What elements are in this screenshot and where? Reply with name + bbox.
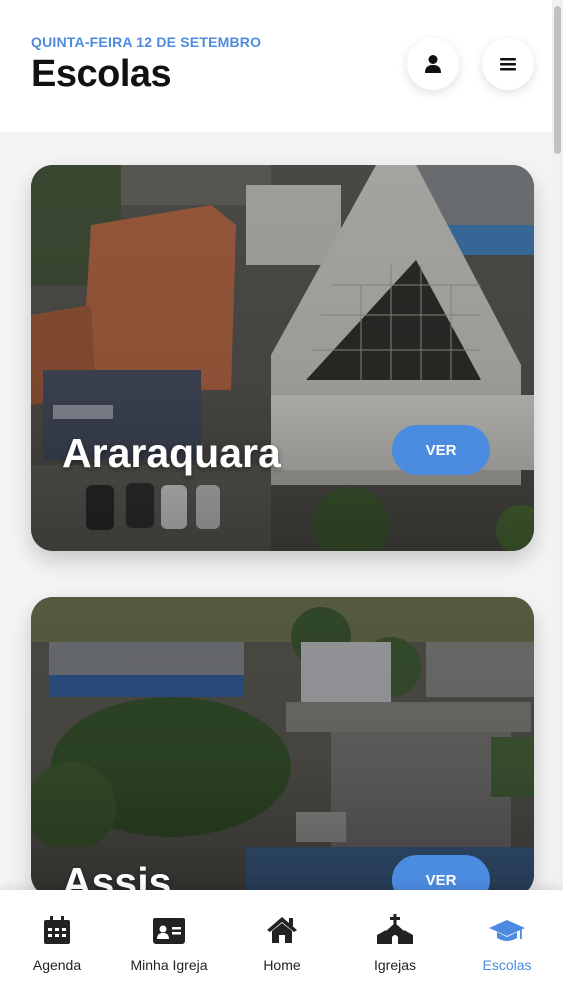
nav-item-igrejas[interactable]: Igrejas bbox=[339, 890, 451, 1000]
menu-button[interactable] bbox=[482, 38, 534, 90]
school-name: Araraquara bbox=[62, 430, 281, 476]
school-card-araraquara[interactable]: Araraquara VER bbox=[31, 165, 534, 551]
nav-label: Igrejas bbox=[373, 957, 417, 973]
view-school-button[interactable]: VER bbox=[392, 425, 490, 475]
date-label: QUINTA-FEIRA 12 DE SETEMBRO bbox=[31, 34, 262, 50]
nav-label: Agenda bbox=[32, 957, 82, 973]
nav-label: Escolas bbox=[482, 957, 532, 973]
graduation-cap-icon bbox=[489, 920, 525, 941]
profile-button[interactable] bbox=[407, 38, 459, 90]
school-card-assis[interactable]: Assis VER bbox=[31, 597, 534, 897]
nav-item-minha-igreja[interactable]: Minha Igreja bbox=[113, 890, 225, 1000]
hamburger-menu-icon bbox=[500, 58, 516, 71]
id-card-icon bbox=[153, 918, 185, 944]
page-title: Escolas bbox=[31, 53, 172, 95]
bottom-navigation: Agenda Minha Igreja Home Igrejas Escolas bbox=[0, 890, 563, 1000]
nav-label: Home bbox=[263, 957, 301, 973]
nav-item-escolas[interactable]: Escolas bbox=[451, 890, 563, 1000]
scrollbar[interactable] bbox=[552, 0, 563, 890]
page-header: QUINTA-FEIRA 12 DE SETEMBRO Escolas bbox=[0, 0, 552, 132]
nav-label: Minha Igreja bbox=[130, 957, 208, 973]
home-icon bbox=[267, 917, 297, 943]
calendar-icon bbox=[44, 916, 70, 944]
user-icon bbox=[425, 55, 441, 73]
scrollbar-thumb[interactable] bbox=[554, 6, 561, 154]
nav-item-home[interactable]: Home bbox=[226, 890, 338, 1000]
nav-item-agenda[interactable]: Agenda bbox=[1, 890, 113, 1000]
church-icon bbox=[377, 914, 413, 944]
